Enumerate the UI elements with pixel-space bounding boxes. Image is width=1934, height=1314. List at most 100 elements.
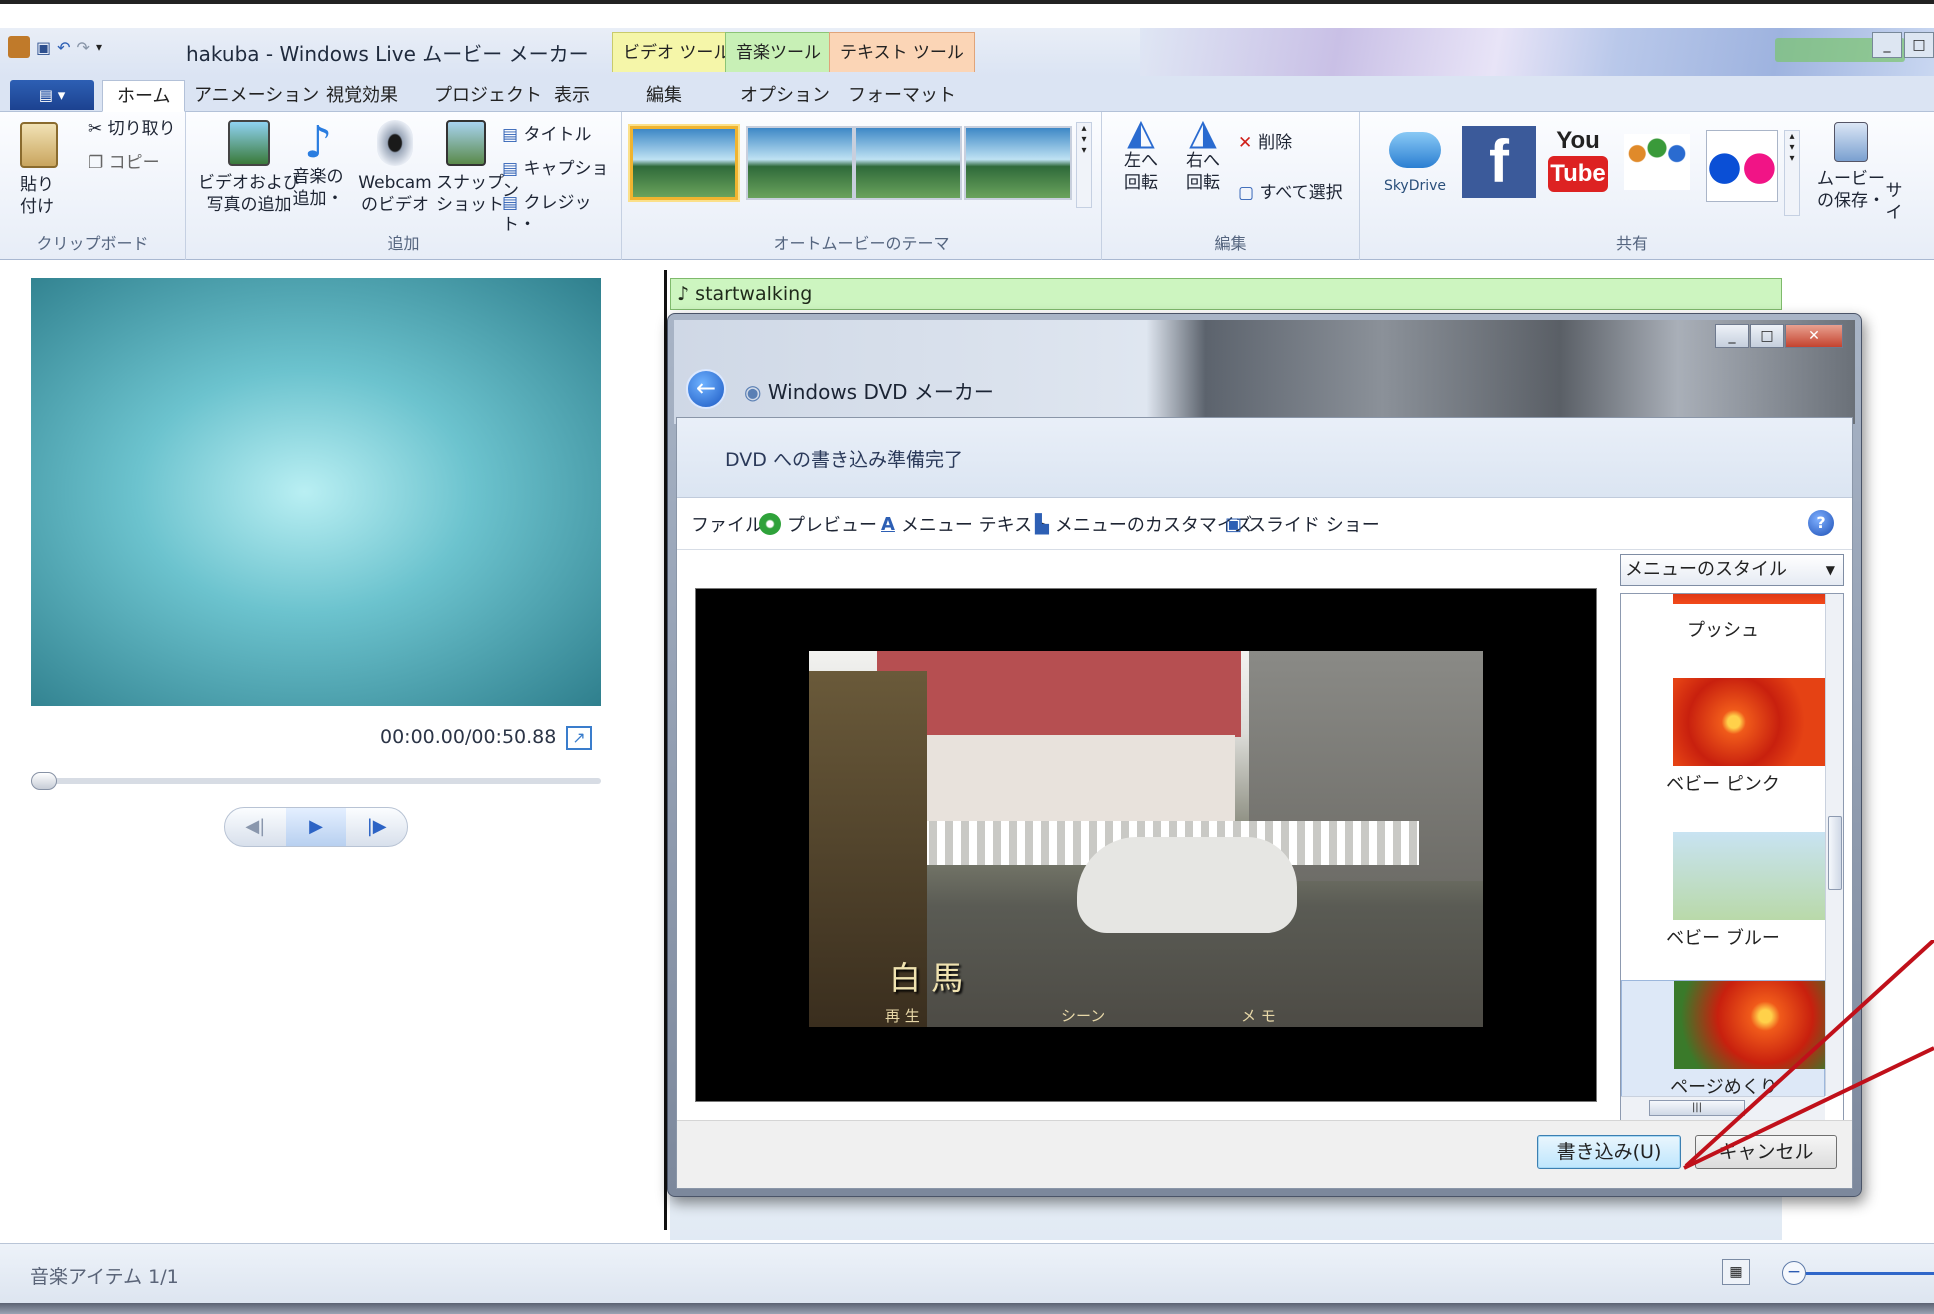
add-music-button[interactable]: ♪ 音楽の 追加・ bbox=[288, 120, 348, 210]
caption-icon: ▤ bbox=[502, 159, 524, 179]
menu-style-dropdown[interactable]: メニューのスタイル ▼ bbox=[1620, 554, 1844, 586]
dvd-minimize-button[interactable]: _ bbox=[1715, 324, 1749, 348]
copy-button[interactable]: ❐ コピー bbox=[88, 152, 160, 174]
style-list-vscroll-thumb[interactable] bbox=[1828, 816, 1842, 890]
flickr-icon[interactable]: ●● bbox=[1706, 130, 1778, 202]
autotheme-group-label: オートムービーのテーマ bbox=[773, 234, 950, 253]
file-menu-label: ファイル bbox=[691, 515, 763, 536]
preview-label: プレビュー bbox=[787, 515, 877, 536]
menu-play[interactable]: 再 生 bbox=[885, 1005, 920, 1026]
tab-project[interactable]: プロジェクト bbox=[420, 80, 556, 112]
fullscreen-icon[interactable]: ↗ bbox=[566, 726, 592, 750]
window-controls: _ □ bbox=[1870, 32, 1934, 58]
menu-style-label: メニューのスタイル bbox=[1625, 559, 1787, 580]
title-button[interactable]: ▤ タイトル bbox=[502, 124, 591, 146]
file-menu-button[interactable]: ▤ ▾ bbox=[10, 80, 94, 110]
annotation-arrow-1 bbox=[1684, 940, 1934, 1168]
music-track[interactable]: ♪ startwalking bbox=[670, 278, 1782, 310]
save-movie-button[interactable]: ムービー の保存・ bbox=[1816, 122, 1886, 212]
back-icon[interactable]: ← bbox=[686, 369, 726, 409]
tab-home[interactable]: ホーム bbox=[102, 80, 186, 112]
sign-in-button[interactable]: サイ bbox=[1884, 180, 1904, 224]
groups-icon[interactable] bbox=[1622, 134, 1692, 190]
style-item-baby-pink[interactable]: ベビー ピンク bbox=[1621, 678, 1825, 828]
skydrive-label: SkyDrive bbox=[1383, 178, 1447, 194]
theme-thumbnail-4[interactable] bbox=[964, 126, 1072, 200]
rotate-left-button[interactable]: ◭ 左へ 回転 bbox=[1116, 115, 1166, 194]
dvd-close-button[interactable]: ✕ bbox=[1785, 324, 1843, 348]
skydrive-button[interactable]: SkyDrive bbox=[1380, 132, 1450, 197]
theme-thumbnail-2[interactable] bbox=[746, 126, 854, 200]
facebook-icon[interactable]: f bbox=[1462, 126, 1536, 198]
tab-view[interactable]: 表示 bbox=[540, 80, 604, 112]
clipboard-group: 貼り 付け ✂ 切り取り ❐ コピー クリップボード bbox=[0, 112, 186, 260]
dvd-heading-bar: DVD への書き込み準備完了 bbox=[677, 418, 1852, 498]
webcam-button[interactable]: Webcam のビデオ bbox=[352, 120, 438, 216]
save-icon[interactable]: ▣ bbox=[36, 38, 51, 57]
theme-gallery-scroll[interactable]: ▴ ▾ ▾ bbox=[1076, 122, 1092, 208]
burn-button[interactable]: 書き込み(U) bbox=[1537, 1135, 1681, 1169]
maximize-button[interactable]: □ bbox=[1904, 32, 1934, 58]
minimize-button[interactable]: _ bbox=[1872, 32, 1902, 58]
customize-menu-button[interactable]: ▙ メニューのカスタマイズ bbox=[1035, 511, 1252, 537]
ribbon-tabs: ▤ ▾ ホーム アニメーション 視覚効果 プロジェクト 表示 編集 オプション … bbox=[0, 76, 1934, 112]
file-menu[interactable]: ファイル bbox=[691, 511, 763, 537]
film-photo-icon bbox=[228, 120, 270, 166]
tab-visual-effects[interactable]: 視覚効果 bbox=[312, 80, 412, 112]
select-all-button[interactable]: ▢ すべて選択 bbox=[1238, 182, 1343, 204]
play-icon[interactable]: ▶ bbox=[285, 808, 347, 846]
slideshow-button[interactable]: ▣ スライド ショー bbox=[1225, 511, 1380, 537]
slideshow-icon: ▣ bbox=[1225, 513, 1243, 535]
theme-thumbnail-1[interactable] bbox=[630, 126, 738, 200]
redo-icon[interactable]: ↷ bbox=[77, 38, 90, 57]
webcam-icon bbox=[377, 120, 413, 166]
tab-video-tools[interactable]: ビデオ ツール bbox=[612, 32, 742, 72]
youtube-button[interactable]: You Tube bbox=[1548, 126, 1608, 198]
theme-thumbnail-3[interactable] bbox=[854, 126, 962, 200]
style-item-push[interactable]: プッシュ bbox=[1621, 594, 1825, 684]
rotate-right-button[interactable]: ◮ 右へ 回転 bbox=[1178, 115, 1228, 194]
tab-format[interactable]: フォーマット bbox=[834, 80, 970, 112]
undo-icon[interactable]: ↶ bbox=[57, 38, 70, 57]
tab-music-tools[interactable]: 音楽ツール bbox=[725, 32, 832, 72]
annotation-arrows bbox=[1683, 940, 1934, 1170]
style-thumb-push bbox=[1673, 594, 1825, 604]
cut-label: 切り取り bbox=[107, 119, 176, 139]
customize-qat-icon[interactable]: ▾ bbox=[96, 40, 102, 54]
snapshot-label: スナップ ショット bbox=[436, 173, 504, 215]
seek-knob[interactable] bbox=[31, 772, 57, 790]
menu-notes[interactable]: メ モ bbox=[1241, 1005, 1276, 1026]
menu-text-button[interactable]: A メニュー テキスト bbox=[881, 511, 1050, 537]
preview-button[interactable]: プレビュー bbox=[759, 511, 877, 537]
dvd-maximize-button[interactable]: □ bbox=[1750, 324, 1784, 348]
zoom-slider[interactable] bbox=[1806, 1272, 1934, 1275]
dvd-menu-preview: 白 馬 再 生 シーン メ モ bbox=[695, 588, 1597, 1102]
tab-text-tools[interactable]: テキスト ツール bbox=[829, 32, 975, 72]
delete-icon: ✕ bbox=[1238, 133, 1259, 153]
tab-edit[interactable]: 編集 bbox=[632, 80, 696, 112]
previous-frame-icon[interactable]: ◀| bbox=[225, 808, 286, 846]
app-icon[interactable] bbox=[8, 36, 30, 58]
movie-maker-window: ▣ ↶ ↷ ▾ hakuba - Windows Live ムービー メーカー … bbox=[0, 0, 1934, 1314]
top-border bbox=[0, 0, 1934, 4]
edit-group: ◭ 左へ 回転 ◮ 右へ 回転 ✕ 削除 ▢ すべて選択 編集 bbox=[1102, 112, 1360, 260]
zoom-out-icon[interactable]: − bbox=[1782, 1261, 1806, 1285]
storyboard-view-icon[interactable]: ▦ bbox=[1722, 1259, 1750, 1285]
help-icon[interactable]: ? bbox=[1808, 510, 1834, 536]
paste-button[interactable]: 貼り 付け bbox=[20, 122, 70, 218]
next-frame-icon[interactable]: |▶ bbox=[346, 808, 407, 846]
delete-button[interactable]: ✕ 削除 bbox=[1238, 132, 1292, 154]
snapshot-button[interactable]: スナップ ショット bbox=[436, 120, 504, 216]
seek-bar[interactable] bbox=[31, 772, 601, 790]
select-all-label: すべて選択 bbox=[1259, 183, 1343, 203]
menu-scenes[interactable]: シーン bbox=[1061, 1005, 1105, 1026]
share-group-label: 共有 bbox=[1615, 234, 1648, 253]
share-gallery-scroll[interactable]: ▴ ▾ ▾ bbox=[1784, 130, 1800, 216]
tab-options[interactable]: オプション bbox=[726, 80, 844, 112]
scissors-icon: ✂ bbox=[88, 119, 108, 139]
ribbon: 貼り 付け ✂ 切り取り ❐ コピー クリップボード ビデオおよび 写真の追加 … bbox=[0, 112, 1934, 260]
tab-animation[interactable]: アニメーション bbox=[180, 80, 333, 112]
customize-menu-label: メニューのカスタマイズ bbox=[1054, 515, 1253, 536]
cut-button[interactable]: ✂ 切り取り bbox=[88, 118, 176, 140]
webcam-label: Webcam のビデオ bbox=[358, 173, 432, 215]
